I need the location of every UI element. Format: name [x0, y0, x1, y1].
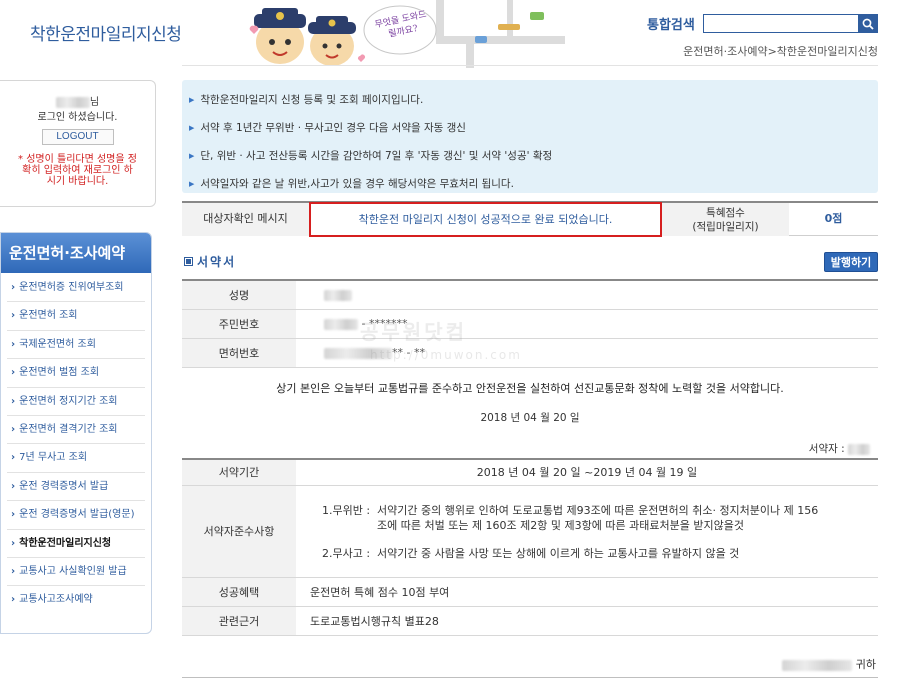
clause1-body: 서약기간 중의 행위로 인하여 도로교통법 제93조에 따른 운전면허의 취소·… [377, 503, 847, 533]
compliance-value: 1.무위반 : 서약기간 중의 행위로 인하여 도로교통법 제93조에 따른 운전… [296, 485, 878, 578]
personal-info-table: 성명 주민번호 - ******* 면허번호 ** - ** [182, 279, 878, 368]
breadcrumb: 운전면허·조사예약>착한운전마일리지신청 [683, 45, 878, 58]
search-button[interactable] [858, 14, 878, 33]
clause2-body: 서약기간 중 사람을 사망 또는 상해에 이르게 하는 교통사고를 유발하지 않… [377, 547, 740, 560]
pledge-heading-text: 서약서 [197, 255, 237, 269]
header-banner: 무엇을 도와드릴까요? [240, 0, 565, 68]
points-value: 0점 [824, 212, 843, 225]
terms-table: 서약기간 2018 년 04 월 20 일 ~2019 년 04 월 19 일 … [182, 458, 878, 636]
license-masked: ** - ** [392, 346, 425, 359]
pledger: 서약자 : [809, 441, 870, 456]
pledger-label: 서약자 : [808, 443, 845, 455]
login-warning: * 성명이 틀리다면 성명을 정확히 입력하여 재로그인 하시기 바랍니다. [18, 154, 137, 187]
menu-item-driving-record-english[interactable]: 운전 경력증명서 발급(영문) [7, 501, 145, 530]
basis-value: 도로교통법시행규칙 별표28 [296, 606, 878, 636]
menu-item-license-authenticity[interactable]: 운전면허증 진위여부조회 [7, 274, 145, 303]
search-icon [862, 18, 874, 30]
table-row: 서약기간 2018 년 04 월 20 일 ~2019 년 04 월 19 일 [182, 459, 878, 486]
benefit-label: 성공혜택 [182, 577, 296, 607]
redacted-name [324, 289, 352, 301]
pledge-date: 2018 년 04 월 20 일 [480, 412, 580, 424]
menu-item-suspension-period[interactable]: 운전면허 정지기간 조회 [7, 388, 145, 416]
table-row: 성명 [182, 280, 878, 310]
clause-no-violation: 1.무위반 : 서약기간 중의 행위로 인하여 도로교통법 제93조에 따른 운전… [322, 503, 878, 533]
points-label-line2: (적립마일리지) [692, 221, 759, 233]
points-label-line1: 특혜점수 [706, 207, 745, 219]
period-value: 2018 년 04 월 20 일 ~2019 년 04 월 19 일 [296, 459, 878, 486]
redacted-name [782, 659, 853, 671]
rrn-value: - ******* [296, 309, 878, 339]
menu-item-accident-certificate[interactable]: 교통사고 사실확인원 발급 [7, 558, 145, 587]
footer-to-suffix: 귀하 [855, 658, 876, 671]
menu-title: 운전면허·조사예약 [1, 233, 151, 273]
table-row: 면허번호 ** - ** [182, 338, 878, 368]
clause2-head: 2.무사고 : [322, 547, 371, 560]
login-name-suffix: 님 [89, 97, 100, 108]
menu-item-international-license[interactable]: 국제운전면허 조회 [7, 331, 145, 360]
search-label: 통합검색 [647, 18, 695, 33]
confirm-message: 착한운전 마일리지 신청이 성공적으로 완료 되었습니다. [309, 202, 662, 237]
period-label: 서약기간 [182, 459, 296, 486]
site-title[interactable]: 착한운전마일리지신청 [30, 20, 182, 45]
side-menu: 운전면허·조사예약 운전면허증 진위여부조회 운전면허 조회 국제운전면허 조회… [0, 232, 152, 634]
rrn-masked: - ******* [361, 317, 408, 330]
footer-addressee: 귀하 [782, 656, 876, 672]
menu-item-accident-investigation[interactable]: 교통사고조사예약 [7, 586, 145, 614]
menu-item-license-lookup[interactable]: 운전면허 조회 [7, 302, 145, 331]
redacted-name [55, 96, 90, 108]
confirm-label: 대상자확인 메시지 [182, 203, 309, 236]
info-line: 서약 후 1년간 무위반 · 무사고인 경우 다음 서약을 자동 갱신 [189, 114, 878, 142]
clause1-line2: 조에 따른 처벌 또는 제 160조 제2항 및 제3항에 따른 과태료처분을 … [377, 519, 744, 532]
issue-button[interactable]: 발행하기 [824, 252, 878, 272]
pledge-statement: 상기 본인은 오늘부터 교통법규를 준수하고 안전운전을 실천하여 선진교통문화… [276, 382, 784, 395]
menu-item-good-driving-mileage[interactable]: 착한운전마일리지신청 [7, 530, 145, 558]
login-greeting: 로그인 하셨습니다. [37, 112, 118, 123]
confirmation-row: 대상자확인 메시지 착한운전 마일리지 신청이 성공적으로 완료 되었습니다. … [182, 201, 878, 237]
redacted-name [848, 443, 870, 455]
menu-list: 운전면허증 진위여부조회 운전면허 조회 국제운전면허 조회 운전면허 벌점 조… [1, 273, 151, 615]
redacted-license [324, 347, 392, 359]
pledge-heading: 서약서 [184, 253, 236, 270]
clause1-line1: 서약기간 중의 행위로 인하여 도로교통법 제93조에 따른 운전면허의 취소·… [377, 504, 819, 517]
menu-item-penalty-points[interactable]: 운전면허 벌점 조회 [7, 359, 145, 388]
table-row: 성공혜택 운전면허 특혜 점수 10점 부여 [182, 577, 878, 607]
menu-item-driving-record[interactable]: 운전 경력증명서 발급 [7, 473, 145, 502]
benefit-value: 운전면허 특혜 점수 10점 부여 [296, 577, 878, 607]
info-box: 착한운전마일리지 신청 등록 및 조회 페이지입니다. 서약 후 1년간 무위반… [182, 80, 878, 193]
login-username: 님 [0, 93, 155, 108]
license-value: ** - ** [296, 338, 878, 368]
search-input[interactable] [703, 14, 859, 33]
points-label: 특혜점수 (적립마일리지) [662, 203, 789, 236]
login-box: 님 로그인 하셨습니다. LOGOUT * 성명이 틀리다면 성명을 정확히 입… [0, 80, 156, 207]
rrn-label: 주민번호 [182, 309, 296, 339]
info-line: 착한운전마일리지 신청 등록 및 조회 페이지입니다. [189, 86, 878, 114]
basis-label: 관련근거 [182, 606, 296, 636]
table-row: 주민번호 - ******* [182, 309, 878, 339]
logout-button[interactable]: LOGOUT [41, 129, 114, 145]
info-line: 단, 위반 · 사고 전산등록 시간을 감안하여 7일 후 '자동 갱신' 및 … [189, 142, 878, 170]
section-bullet-icon [184, 257, 193, 266]
table-row: 관련근거 도로교통법시행규칙 별표28 [182, 606, 878, 636]
name-value [296, 280, 878, 310]
compliance-label: 서약자준수사항 [182, 485, 296, 578]
clause1-head: 1.무위반 : [322, 504, 371, 517]
menu-item-disqualification-period[interactable]: 운전면허 결격기간 조회 [7, 416, 145, 445]
header-divider [182, 65, 878, 66]
bottom-divider [182, 677, 878, 678]
menu-item-7year-no-accident[interactable]: 7년 무사고 조회 [7, 444, 145, 473]
table-row: 서약자준수사항 1.무위반 : 서약기간 중의 행위로 인하여 도로교통법 제93… [182, 485, 878, 578]
info-line: 서약일자와 같은 날 위반,사고가 있을 경우 해당서약은 무효처리 됩니다. [189, 170, 878, 198]
name-label: 성명 [182, 280, 296, 310]
clause-no-accident: 2.무사고 : 서약기간 중 사람을 사망 또는 상해에 이르게 하는 교통사고를… [322, 546, 878, 561]
redacted-rrn [324, 318, 358, 330]
license-label: 면허번호 [182, 338, 296, 368]
